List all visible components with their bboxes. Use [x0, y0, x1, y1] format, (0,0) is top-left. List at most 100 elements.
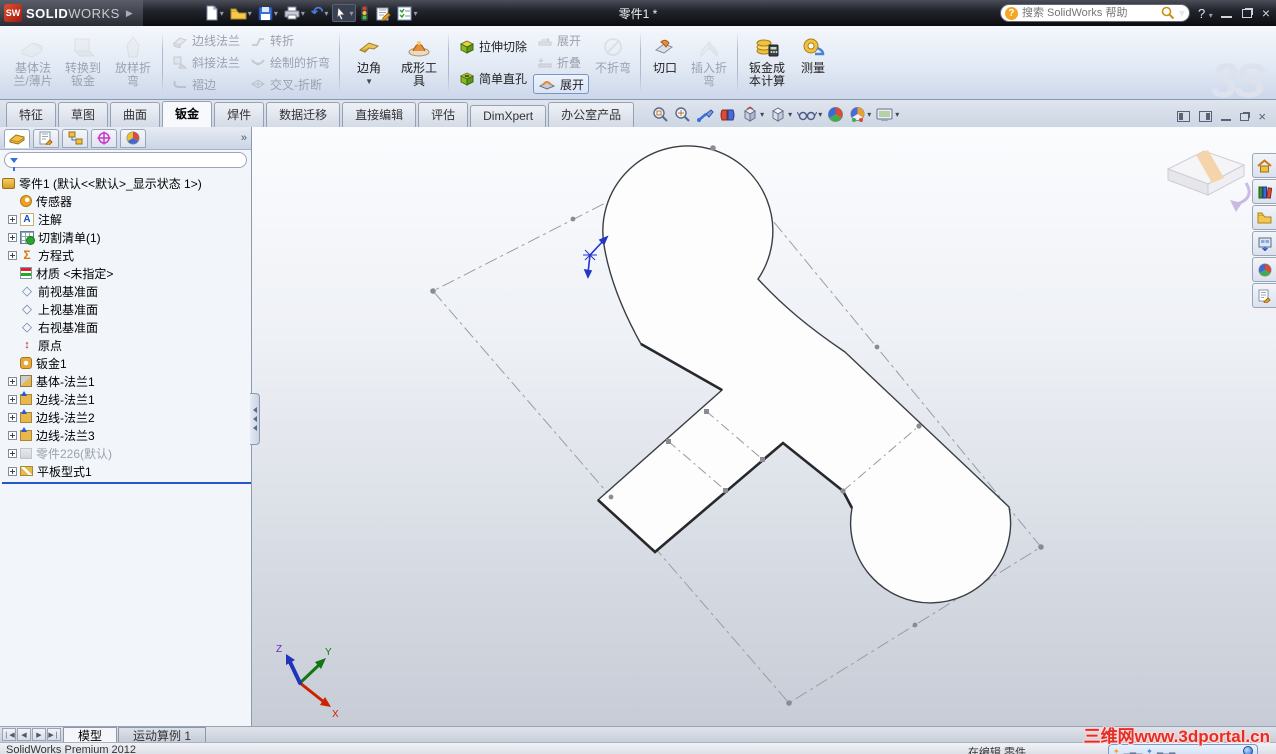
simple-hole-button[interactable]: 简单直孔: [454, 69, 531, 89]
panel-overflow-chevron[interactable]: »: [241, 132, 247, 144]
view-settings-caret-icon[interactable]: ▾: [895, 110, 899, 119]
undo-button[interactable]: ↶ ▾: [309, 5, 331, 21]
window-minimize-button[interactable]: [1220, 9, 1232, 18]
tree-expand-toggle[interactable]: [8, 214, 17, 224]
tree-filter-input[interactable]: [4, 152, 247, 171]
command-tab[interactable]: 办公室产品: [548, 102, 635, 127]
search-input[interactable]: [1021, 7, 1157, 19]
file-explorer-tab[interactable]: [1252, 205, 1276, 230]
edge-flange-button[interactable]: 边线法兰: [168, 31, 244, 51]
nav-prev-button[interactable]: ◀: [17, 728, 31, 741]
design-library-tab[interactable]: [1252, 179, 1276, 204]
feature-manager-tab[interactable]: [4, 128, 30, 148]
measure-button[interactable]: 测量: [793, 28, 833, 97]
tree-expand-toggle[interactable]: [8, 430, 17, 440]
command-tab[interactable]: 钣金: [162, 101, 213, 128]
section-view-button[interactable]: [719, 107, 736, 123]
tree-root-item[interactable]: 零件1 (默认<<默认>_显示状态 1>): [2, 174, 251, 192]
sketch-origin-marker[interactable]: [583, 235, 609, 279]
fold-button[interactable]: 折叠: [533, 52, 589, 72]
extruded-cut-button[interactable]: 拉伸切除: [454, 36, 531, 56]
no-bends-button[interactable]: 不折弯: [591, 28, 635, 97]
apply-scene-caret-icon[interactable]: ▾: [867, 110, 871, 119]
command-tab[interactable]: 数据迁移: [266, 102, 341, 127]
rip-button[interactable]: 切口: [646, 28, 684, 97]
display-manager-tab[interactable]: [120, 128, 146, 148]
tree-expand-toggle[interactable]: [8, 250, 17, 260]
edit-appearance-button[interactable]: [827, 106, 844, 123]
panel-splitter-handle[interactable]: [250, 393, 260, 445]
tree-item[interactable]: 传感器: [2, 192, 251, 210]
cross-break-button[interactable]: 交叉-折断: [246, 74, 334, 94]
doc-close-button[interactable]: ×: [1258, 110, 1266, 123]
tree-expand-toggle[interactable]: [8, 412, 17, 422]
nav-next-button[interactable]: ▶: [32, 728, 46, 741]
tree-item[interactable]: 方程式: [2, 246, 251, 264]
view-orientation-caret-icon[interactable]: ▾: [760, 110, 764, 119]
tree-item[interactable]: 边线-法兰3: [2, 426, 251, 444]
base-flange-button[interactable]: 基体法 兰/薄片: [9, 28, 57, 97]
tree-item[interactable]: 前视基准面: [2, 282, 251, 300]
zoom-to-area-button[interactable]: [674, 106, 691, 123]
search-caret-icon[interactable]: ▾: [1179, 6, 1185, 20]
jog-button[interactable]: 转折: [246, 31, 334, 51]
tree-item[interactable]: 零件226(默认): [2, 444, 251, 462]
flatten-button[interactable]: 展开: [533, 74, 590, 95]
window-restore-button[interactable]: [1241, 8, 1252, 18]
custom-properties-tab[interactable]: [1252, 283, 1276, 308]
tree-expand-toggle[interactable]: [8, 232, 17, 242]
unfold-button[interactable]: 展开: [533, 31, 589, 51]
forming-tool-button[interactable]: 成形工 具: [395, 28, 443, 97]
hem-button[interactable]: 褶边: [168, 74, 244, 94]
tree-item[interactable]: 平板型式1: [2, 462, 251, 480]
view-palette-tab[interactable]: [1252, 231, 1276, 256]
lofted-bend-button[interactable]: 放样折 弯: [109, 28, 157, 97]
corner-button[interactable]: 边角 ▼: [345, 28, 393, 97]
help-search-box[interactable]: ? ▾: [999, 4, 1190, 22]
view-settings-button[interactable]: ▾: [876, 107, 899, 123]
graphics-viewport[interactable]: X Y Z: [252, 127, 1276, 726]
window-close-button[interactable]: ×: [1262, 6, 1270, 20]
tree-item[interactable]: 上视基准面: [2, 300, 251, 318]
tree-item[interactable]: 边线-法兰2: [2, 408, 251, 426]
menu-expand-arrow-icon[interactable]: ▶: [126, 8, 133, 19]
dimxpert-manager-tab[interactable]: [91, 128, 117, 148]
new-document-button[interactable]: ▾: [203, 4, 226, 22]
tree-item[interactable]: 原点: [2, 336, 251, 354]
print-button[interactable]: ▾: [282, 5, 307, 21]
tree-item[interactable]: 边线-法兰1: [2, 390, 251, 408]
options-button[interactable]: [373, 5, 393, 22]
magnified-selection-button[interactable]: [696, 107, 714, 123]
collapse-left-pane-button[interactable]: [1177, 111, 1191, 122]
custom-list-button[interactable]: ▾: [395, 5, 419, 22]
tree-item[interactable]: 注解: [2, 210, 251, 228]
command-tab[interactable]: DimXpert: [470, 105, 547, 127]
apply-scene-button[interactable]: ▾: [849, 106, 871, 123]
hide-show-caret-icon[interactable]: ▾: [818, 110, 822, 119]
save-button[interactable]: ▾: [256, 5, 280, 22]
tree-expand-toggle[interactable]: [8, 394, 17, 404]
tree-expand-toggle[interactable]: [8, 466, 17, 476]
convert-to-sheetmetal-button[interactable]: 转换到 钣金: [59, 28, 107, 97]
help-button[interactable]: ? ▾: [1198, 6, 1213, 21]
command-tab[interactable]: 评估: [418, 102, 469, 127]
search-magnifier-icon[interactable]: [1161, 6, 1175, 20]
property-manager-tab[interactable]: [33, 128, 59, 148]
sketched-bend-button[interactable]: 绘制的折弯: [246, 52, 334, 72]
sheetmetal-cost-button[interactable]: 钣金成 本计算: [743, 28, 791, 97]
select-button[interactable]: ▾: [332, 4, 357, 22]
tree-item[interactable]: 材质 <未指定>: [2, 264, 251, 282]
tree-item[interactable]: 基体-法兰1: [2, 372, 251, 390]
tree-expand-toggle[interactable]: [8, 448, 17, 458]
appearances-tab[interactable]: [1252, 257, 1276, 282]
study-tab[interactable]: 运动算例 1: [118, 727, 207, 743]
tree-expand-toggle[interactable]: [8, 376, 17, 386]
miter-flange-button[interactable]: 斜接法兰: [168, 52, 244, 72]
display-style-caret-icon[interactable]: ▾: [788, 110, 792, 119]
hide-show-items-button[interactable]: ▾: [797, 108, 822, 122]
study-tab[interactable]: 模型: [63, 727, 118, 743]
tree-item[interactable]: 右视基准面: [2, 318, 251, 336]
command-tab[interactable]: 曲面: [110, 102, 161, 127]
open-button[interactable]: ▾: [228, 5, 254, 22]
doc-minimize-button[interactable]: [1221, 113, 1232, 121]
